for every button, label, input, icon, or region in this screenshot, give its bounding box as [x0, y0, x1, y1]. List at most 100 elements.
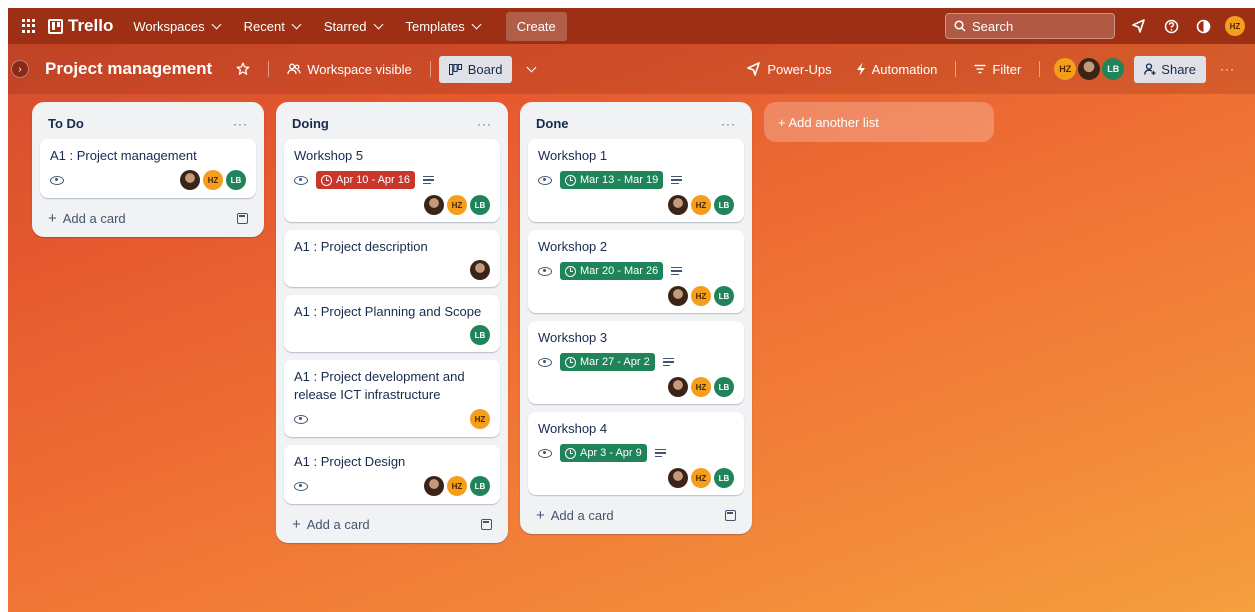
add-card-button[interactable]: + Add a card	[284, 512, 500, 535]
megaphone-icon[interactable]	[1125, 12, 1153, 40]
board-menu-button[interactable]: ···	[1210, 56, 1245, 82]
list-menu-icon[interactable]: ···	[233, 117, 248, 131]
card[interactable]: Workshop 2 Mar 20 - Mar 26 HZ LB	[528, 230, 744, 313]
member-avatar-lb[interactable]: LB	[226, 170, 246, 190]
people-icon	[287, 63, 301, 75]
starred-menu[interactable]: Starred	[314, 13, 392, 40]
eye-icon	[538, 175, 552, 185]
powerups-button[interactable]: Power-Ups	[737, 56, 841, 83]
member-avatar-photo[interactable]	[424, 476, 444, 496]
member-avatar-photo[interactable]	[424, 195, 444, 215]
due-date-badge[interactable]: Mar 27 - Apr 2	[560, 353, 655, 371]
current-user-avatar[interactable]: HZ	[1225, 16, 1245, 36]
card[interactable]: Workshop 4 Apr 3 - Apr 9 HZ LB	[528, 412, 744, 495]
description-icon	[671, 175, 683, 185]
member-avatar-hz[interactable]: HZ	[691, 195, 711, 215]
templates-menu[interactable]: Templates	[396, 13, 490, 40]
view-switcher-button[interactable]	[516, 62, 545, 77]
list-title[interactable]: To Do	[48, 116, 84, 131]
search-box[interactable]	[945, 13, 1115, 39]
apps-grid-icon[interactable]	[22, 19, 36, 33]
member-avatar-lb[interactable]: LB	[714, 468, 734, 488]
card-title: Workshop 2	[538, 239, 608, 254]
list-menu-icon[interactable]: ···	[721, 117, 736, 131]
member-avatar-photo[interactable]	[668, 195, 688, 215]
member-avatar-lb[interactable]: LB	[470, 195, 490, 215]
member-avatar-hz[interactable]: HZ	[691, 286, 711, 306]
card[interactable]: A1 : Project description	[284, 230, 500, 287]
share-person-icon	[1144, 63, 1156, 75]
member-avatar-lb[interactable]: LB	[1102, 58, 1125, 80]
member-avatar-lb[interactable]: LB	[714, 195, 734, 215]
member-avatar-hz[interactable]: HZ	[1054, 58, 1077, 80]
member-avatar-hz[interactable]: HZ	[447, 195, 467, 215]
board-title[interactable]: Project management	[45, 59, 212, 79]
add-card-button[interactable]: + Add a card	[40, 206, 256, 229]
member-avatar-lb[interactable]: LB	[714, 377, 734, 397]
list-header: To Do ···	[40, 110, 256, 139]
member-avatar-photo[interactable]	[470, 260, 490, 280]
trello-logo[interactable]: Trello	[48, 16, 113, 36]
help-icon[interactable]	[1157, 12, 1185, 40]
plus-icon: +	[536, 507, 545, 524]
add-card-label: Add a card	[550, 508, 614, 523]
board-view-button[interactable]: Board	[438, 55, 513, 83]
card[interactable]: A1 : Project Design HZ LB	[284, 445, 500, 504]
list-to-do[interactable]: To Do ··· A1 : Project management HZ LB …	[32, 102, 264, 237]
due-date-label: Mar 27 - Apr 2	[580, 356, 650, 368]
automation-button[interactable]: Automation	[846, 56, 948, 83]
card[interactable]: A1 : Project management HZ LB	[40, 139, 256, 198]
member-avatar-hz[interactable]: HZ	[470, 409, 490, 429]
list-title[interactable]: Done	[536, 116, 569, 131]
template-icon[interactable]	[725, 510, 736, 521]
due-date-badge[interactable]: Mar 13 - Mar 19	[560, 171, 664, 189]
card[interactable]: A1 : Project development and release ICT…	[284, 360, 500, 437]
add-card-label: Add a card	[62, 211, 126, 226]
member-avatar-photo[interactable]	[668, 286, 688, 306]
due-date-badge[interactable]: Apr 10 - Apr 16	[316, 171, 415, 189]
template-icon[interactable]	[237, 213, 248, 224]
visibility-button[interactable]: Workspace visible	[277, 56, 422, 83]
member-avatar-lb[interactable]: LB	[714, 286, 734, 306]
board-icon	[448, 63, 462, 75]
recent-menu[interactable]: Recent	[234, 13, 310, 40]
search-input[interactable]	[972, 18, 1102, 34]
member-avatar-lb[interactable]: LB	[470, 325, 490, 345]
star-board-button[interactable]	[226, 56, 260, 82]
member-avatar-lb[interactable]: LB	[470, 476, 490, 496]
member-avatar-photo[interactable]	[668, 468, 688, 488]
card[interactable]: A1 : Project Planning and Scope LB	[284, 295, 500, 352]
member-avatar-photo[interactable]	[668, 377, 688, 397]
list-done[interactable]: Done ··· Workshop 1 Mar 13 - Mar 19 HZ L…	[520, 102, 752, 534]
template-icon[interactable]	[481, 519, 492, 530]
due-date-badge[interactable]: Apr 3 - Apr 9	[560, 444, 647, 462]
card[interactable]: Workshop 5 Apr 10 - Apr 16 HZ LB	[284, 139, 500, 222]
member-avatar-photo[interactable]	[1078, 58, 1101, 80]
member-avatar-hz[interactable]: HZ	[447, 476, 467, 496]
card-members: HZ LB	[538, 377, 734, 397]
member-avatar-hz[interactable]: HZ	[691, 468, 711, 488]
list-title[interactable]: Doing	[292, 116, 329, 131]
due-date-badge[interactable]: Mar 20 - Mar 26	[560, 262, 664, 280]
divider	[268, 61, 270, 77]
member-avatar-hz[interactable]: HZ	[691, 377, 711, 397]
filter-button[interactable]: Filter	[964, 56, 1031, 83]
member-avatar-photo[interactable]	[180, 170, 200, 190]
create-button[interactable]: Create	[505, 11, 567, 41]
add-card-button[interactable]: + Add a card	[528, 503, 744, 526]
powerups-label: Power-Ups	[767, 61, 832, 77]
theme-icon[interactable]	[1189, 12, 1217, 40]
top-navigation: Trello Workspaces Recent Starred Templat…	[8, 8, 1255, 44]
share-button[interactable]: Share	[1134, 55, 1206, 83]
card[interactable]: Workshop 3 Mar 27 - Apr 2 HZ LB	[528, 321, 744, 404]
card-members: HZ LB	[424, 476, 490, 496]
add-list-button[interactable]: + Add another list	[764, 102, 994, 142]
workspaces-menu[interactable]: Workspaces	[123, 13, 229, 40]
sidebar-expand-icon[interactable]: ›	[11, 60, 29, 78]
list-doing[interactable]: Doing ··· Workshop 5 Apr 10 - Apr 16 HZ …	[276, 102, 508, 543]
member-avatar-hz[interactable]: HZ	[203, 170, 223, 190]
card[interactable]: Workshop 1 Mar 13 - Mar 19 HZ LB	[528, 139, 744, 222]
list-menu-icon[interactable]: ···	[477, 117, 492, 131]
eye-icon	[538, 357, 552, 367]
board-lists: To Do ··· A1 : Project management HZ LB …	[32, 102, 994, 543]
